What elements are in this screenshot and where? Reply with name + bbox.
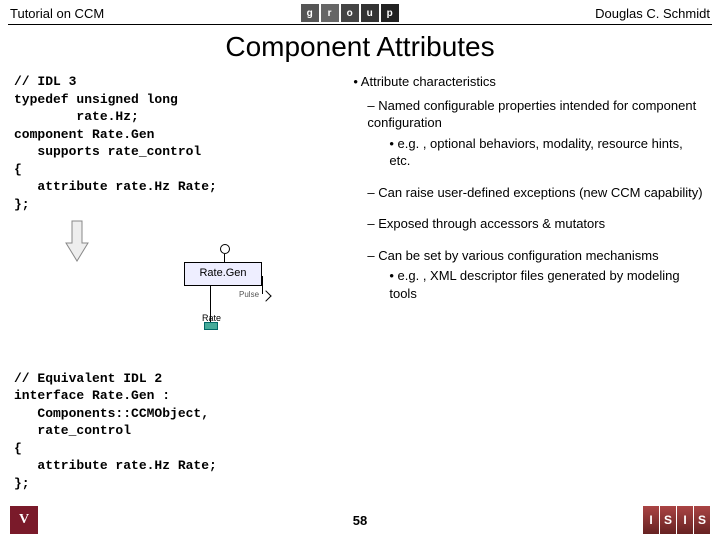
header-logo: group (301, 4, 399, 22)
idl2-comment: // Equivalent IDL 2 (14, 370, 341, 388)
diagram-component: Rate.Gen (184, 262, 262, 286)
diagram-pulse-label: Pulse (239, 290, 259, 301)
bullet-heading: • Attribute characteristics (353, 73, 706, 91)
idl2-code: interface Rate.Gen : Components::CCMObje… (14, 387, 341, 492)
arrow-down-icon (64, 219, 90, 263)
bullet-item: – Can be set by various configuration me… (367, 247, 706, 265)
bullet-item: – Named configurable properties intended… (367, 97, 706, 132)
bullet-item: – Exposed through accessors & mutators (367, 215, 706, 233)
footer-logo-left: V (10, 506, 38, 534)
slide-title: Component Attributes (0, 25, 720, 73)
component-diagram: Rate.Gen Pulse Rate (154, 244, 314, 364)
bullet-subitem: • e.g. , XML descriptor files generated … (389, 267, 706, 302)
idl3-code: typedef unsigned long rate.Hz; component… (14, 91, 341, 214)
bullet-item: – Can raise user-defined exceptions (new… (367, 184, 706, 202)
header-right: Douglas C. Schmidt (595, 6, 710, 21)
page-number: 58 (353, 513, 367, 528)
header-left: Tutorial on CCM (10, 6, 104, 21)
bullet-subitem: • e.g. , optional behaviors, modality, r… (389, 135, 706, 170)
footer-logo-right: ISIS (643, 506, 710, 534)
idl3-comment: // IDL 3 (14, 73, 341, 91)
